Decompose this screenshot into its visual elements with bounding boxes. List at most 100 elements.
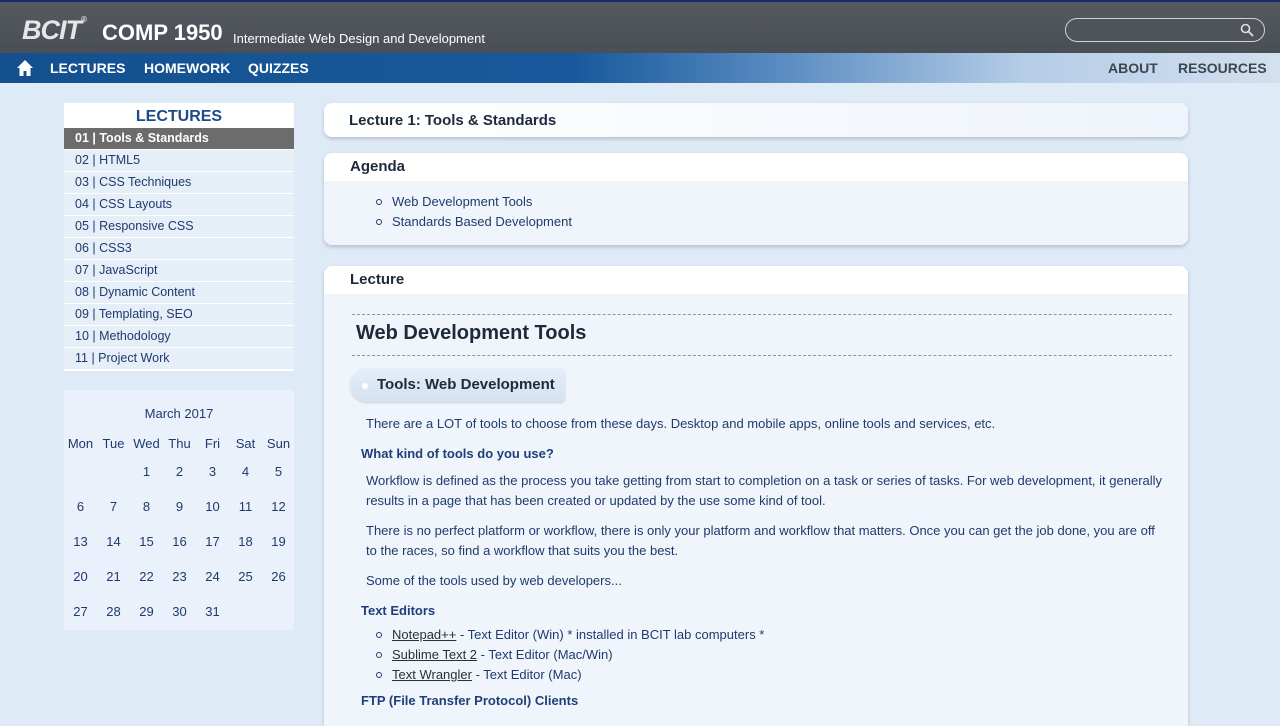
calendar-day[interactable]: 14 <box>97 534 130 549</box>
weekday-label: Fri <box>204 436 221 451</box>
search-icon[interactable] <box>1240 23 1254 37</box>
calendar-day[interactable]: 12 <box>262 499 295 514</box>
calendar-day[interactable]: 16 <box>163 534 196 549</box>
calendar-weekday-row: Mon Tue Wed Thu Fri Sat Sun <box>64 436 294 464</box>
weekday-label: Mon <box>67 436 94 451</box>
sidebar-item-javascript[interactable]: 07 | JavaScript <box>64 260 294 281</box>
calendar-day[interactable]: 4 <box>229 464 262 479</box>
calendar-day[interactable]: 19 <box>262 534 295 549</box>
calendar-day[interactable]: 21 <box>97 569 130 584</box>
calendar-month: March 2017 <box>144 406 214 421</box>
page-title: Lecture 1: Tools & Standards <box>349 112 557 129</box>
editor-desc: - Text Editor (Win) * installed in BCIT … <box>456 627 765 642</box>
registered-mark: ® <box>81 15 87 24</box>
calendar-day[interactable]: 1 <box>130 464 163 479</box>
calendar-day[interactable]: 22 <box>130 569 163 584</box>
subsection-title: Tools: Web Development <box>377 376 555 393</box>
calendar-day[interactable]: 17 <box>196 534 229 549</box>
list-item: Sublime Text 2 - Text Editor (Mac/Win) <box>324 645 1188 665</box>
site-header: BCIT® COMP 1950 Intermediate Web Design … <box>0 0 1280 53</box>
calendar-week-row: 12345 <box>64 464 294 499</box>
sublime-text-link[interactable]: Sublime Text 2 <box>392 647 477 662</box>
calendar-day[interactable]: 18 <box>229 534 262 549</box>
calendar-day[interactable]: 8 <box>130 499 163 514</box>
weekday-label: Sat <box>235 436 256 451</box>
course-subtitle: Intermediate Web Design and Development <box>233 31 485 46</box>
lecture-list: 01 | Tools & Standards 02 | HTML5 03 | C… <box>64 128 294 370</box>
lecture-heading: Lecture <box>350 271 405 288</box>
notepad-link[interactable]: Notepad++ <box>392 627 456 642</box>
calendar-day[interactable]: 30 <box>163 604 196 619</box>
nav-homework[interactable]: HOMEWORK <box>144 60 230 76</box>
calendar-day[interactable]: 5 <box>262 464 295 479</box>
sidebar-item-responsive-css[interactable]: 05 | Responsive CSS <box>64 216 294 237</box>
text-wrangler-link[interactable]: Text Wrangler <box>392 667 472 682</box>
sidebar-item-css3[interactable]: 06 | CSS3 <box>64 238 294 259</box>
tools-intro-text: Some of the tools used by web developers… <box>366 573 622 588</box>
agenda-card: Agenda Web Development Tools Standards B… <box>324 153 1188 245</box>
lecture-card: Lecture Web Development Tools Tools: Web… <box>324 266 1188 726</box>
calendar-day[interactable]: 23 <box>163 569 196 584</box>
weekday-label: Tue <box>102 436 125 451</box>
main-nav: LECTURES HOMEWORK QUIZZES ABOUT RESOURCE… <box>0 53 1280 83</box>
agenda-item-standards[interactable]: Standards Based Development <box>324 212 1188 232</box>
calendar-week-row: 20 21 22 23 24 25 26 <box>64 569 294 604</box>
calendar-day[interactable]: 31 <box>196 604 229 619</box>
sidebar-item-templating-seo[interactable]: 09 | Templating, SEO <box>64 304 294 325</box>
calendar-day[interactable]: 28 <box>97 604 130 619</box>
nav-quizzes[interactable]: QUIZZES <box>248 60 309 76</box>
weekday-label: Sun <box>266 436 291 451</box>
lecture-header: Lecture <box>324 266 1188 294</box>
intro-text: There are a LOT of tools to choose from … <box>366 416 996 431</box>
home-icon[interactable] <box>16 59 34 77</box>
calendar-day[interactable]: 26 <box>262 569 295 584</box>
sidebar-item-dynamic-content[interactable]: 08 | Dynamic Content <box>64 282 294 303</box>
nav-about[interactable]: ABOUT <box>1108 60 1158 76</box>
sidebar-item-css-techniques[interactable]: 03 | CSS Techniques <box>64 172 294 193</box>
calendar-day[interactable]: 25 <box>229 569 262 584</box>
divider-top <box>352 314 1172 315</box>
workflow-paragraph: Workflow is defined as the process you t… <box>366 473 1163 508</box>
calendar-week-row: 27 28 29 30 31 <box>64 604 294 639</box>
search-box[interactable] <box>1065 18 1265 42</box>
calendar-week-row: 13 14 15 16 17 18 19 <box>64 534 294 569</box>
calendar-day[interactable]: 7 <box>97 499 130 514</box>
calendar-day[interactable]: 20 <box>64 569 97 584</box>
calendar-day[interactable]: 6 <box>64 499 97 514</box>
calendar-grid: Mon Tue Wed Thu Fri Sat Sun 1 2 3 4 5 6 7 8 9 10 11 12 13 14… <box>64 436 294 639</box>
calendar: March 2017 Mon Tue Wed Thu Fri Sat Sun 1 2 3 4 5 6 7 8… <box>64 390 294 630</box>
editor-desc: - Text Editor (Mac) <box>471 667 582 682</box>
bcit-logo[interactable]: BCIT® <box>22 15 87 46</box>
agenda-header: Agenda <box>324 153 1188 181</box>
calendar-day[interactable]: 3 <box>196 464 229 479</box>
weekday-label: Thu <box>168 436 191 451</box>
agenda-list: Web Development Tools Standards Based De… <box>324 192 1188 232</box>
calendar-day[interactable]: 2 <box>163 464 196 479</box>
calendar-day[interactable]: 27 <box>64 604 97 619</box>
nav-resources[interactable]: RESOURCES <box>1178 60 1267 76</box>
sidebar-item-tools-standards[interactable]: 01 | Tools & Standards <box>64 128 294 149</box>
calendar-day[interactable]: 29 <box>130 604 163 619</box>
calendar-day[interactable]: 10 <box>196 499 229 514</box>
platform-paragraph: There is no perfect platform or workflow… <box>366 523 1155 558</box>
text-editors-heading: Text Editors <box>361 603 436 618</box>
lecture-title-card: Lecture 1: Tools & Standards <box>324 103 1188 137</box>
calendar-week-row: 6 7 8 9 10 11 12 <box>64 499 294 534</box>
sidebar-item-html5[interactable]: 02 | HTML5 <box>64 150 294 171</box>
agenda-item-web-dev-tools[interactable]: Web Development Tools <box>324 192 1188 212</box>
search-input[interactable] <box>1076 22 1240 40</box>
course-code: COMP 1950 <box>102 20 223 45</box>
section-title: Web Development Tools <box>356 322 587 344</box>
bullet-icon <box>362 383 368 389</box>
sidebar-item-project-work[interactable]: 11 | Project Work <box>64 348 294 369</box>
calendar-day[interactable]: 13 <box>64 534 97 549</box>
nav-lectures[interactable]: LECTURES <box>50 60 125 76</box>
calendar-day[interactable]: 11 <box>229 499 262 514</box>
sidebar-item-methodology[interactable]: 10 | Methodology <box>64 326 294 347</box>
sidebar-item-css-layouts[interactable]: 04 | CSS Layouts <box>64 194 294 215</box>
calendar-day[interactable]: 9 <box>163 499 196 514</box>
list-item: Text Wrangler - Text Editor (Mac) <box>324 665 1188 685</box>
calendar-day[interactable]: 24 <box>196 569 229 584</box>
calendar-day[interactable]: 15 <box>130 534 163 549</box>
editor-desc: - Text Editor (Mac/Win) <box>477 647 613 662</box>
